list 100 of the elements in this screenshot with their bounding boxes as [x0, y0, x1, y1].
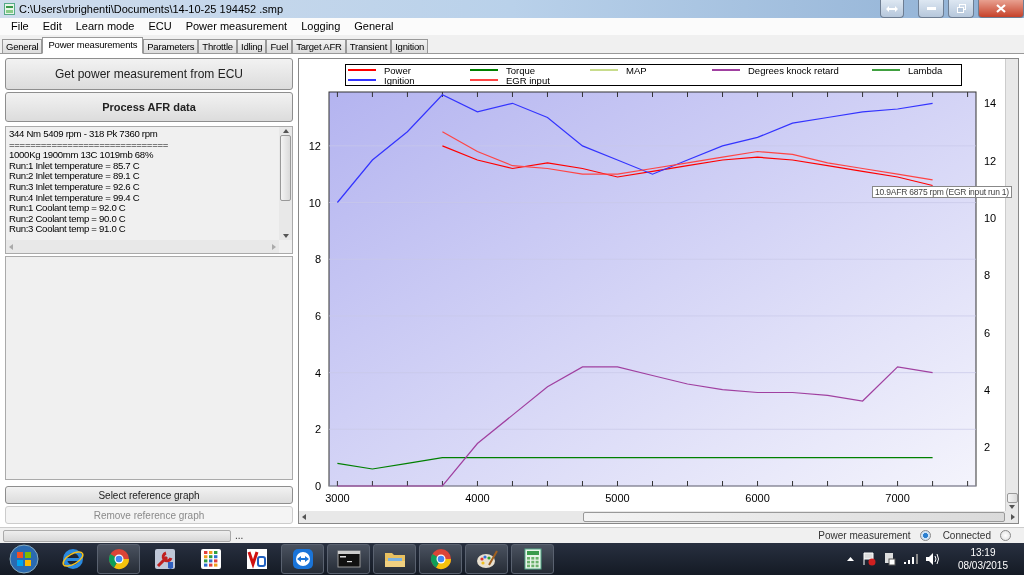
axis-tick-label: 8	[984, 269, 991, 282]
app-icon	[4, 3, 15, 15]
taskbar-button[interactable]	[465, 544, 508, 574]
app-grid-icon[interactable]	[198, 547, 223, 571]
scrollbar[interactable]	[299, 511, 1018, 523]
axis-tick-label: 6000	[745, 492, 770, 504]
tab[interactable]: Throttle	[198, 39, 237, 53]
status-text: ...	[235, 530, 244, 541]
resize-button[interactable]	[880, 0, 904, 18]
wrench-icon[interactable]	[152, 547, 177, 571]
clock-time: 13:19	[970, 546, 996, 559]
network-icon	[883, 552, 896, 566]
menu-item[interactable]: General	[347, 19, 401, 34]
signal-icon	[903, 554, 918, 564]
axis-tick-label: 2	[984, 441, 991, 454]
log-line: Run:1 Coolant temp = 92.0 C	[9, 203, 127, 214]
tab[interactable]: Target AFR	[292, 39, 346, 53]
tab[interactable]: Fuel	[266, 39, 293, 53]
tab[interactable]: Ignition	[391, 39, 429, 53]
right-arrow-icon	[272, 243, 276, 250]
axis-tick-label: 8	[314, 253, 321, 266]
legend-label: Lambda	[908, 64, 943, 76]
tab[interactable]: Power measurements	[42, 37, 144, 54]
tab[interactable]: Transient	[345, 39, 392, 53]
remote-desktop-icon[interactable]	[244, 547, 269, 571]
axis-tick-label: 7000	[885, 492, 910, 504]
browser-icon[interactable]	[428, 547, 453, 571]
radio-button[interactable]	[919, 530, 931, 541]
taskbar-button[interactable]	[97, 544, 140, 574]
flag-icon	[861, 552, 876, 566]
reference-graph-button[interactable]: Select reference graph	[5, 486, 293, 504]
close-button[interactable]	[978, 0, 1024, 18]
menu-item[interactable]: ECU	[141, 19, 179, 34]
clock-date: 08/03/2015	[957, 559, 1008, 572]
scroll-thumb[interactable]	[280, 135, 291, 201]
scrollbar[interactable]	[6, 240, 279, 253]
minimize-icon	[926, 7, 936, 10]
taskbar-button[interactable]	[281, 544, 324, 574]
legend-label: Power	[384, 64, 411, 76]
left-arrow-icon	[9, 243, 13, 250]
double-arrow-icon	[886, 5, 898, 12]
log-line: 344 Nm 5409 rpm - 318 Pk 7360 rpm	[9, 129, 159, 140]
axis-tick-label: 4	[984, 384, 991, 396]
axis-tick-label: 6	[984, 326, 991, 339]
down-arrow-icon	[1009, 505, 1015, 509]
restore-button[interactable]	[948, 0, 974, 18]
scroll-thumb[interactable]	[582, 512, 1005, 522]
axis-tick-label: 12	[308, 139, 321, 152]
axis-tick-label: 0	[314, 480, 321, 492]
menu-item[interactable]: Learn mode	[68, 19, 142, 34]
menu-item[interactable]: Logging	[294, 19, 348, 34]
legend-label: Torque	[506, 64, 536, 76]
menu-item[interactable]: Power measurement	[178, 19, 295, 34]
window-title: C:\Users\rbrighenti\Documents\14-10-25 194452 .smp	[19, 3, 285, 15]
log-line: Run:3 Inlet temperature = 92.6 C	[9, 181, 141, 193]
taskbar-button[interactable]	[511, 544, 554, 574]
tab[interactable]: Parameters	[143, 39, 199, 53]
axis-tick-label: 4	[314, 366, 321, 379]
chart-tooltip: 10.9AFR 6875 rpm (EGR input run 1)	[872, 186, 1012, 198]
axis-tick-label: 10	[984, 212, 997, 225]
axis-tick-label: 2	[314, 423, 321, 436]
console-icon[interactable]	[336, 547, 361, 571]
tab[interactable]: Idling	[236, 39, 267, 53]
axis-tick-label: 3000	[325, 492, 350, 504]
browser-icon[interactable]	[106, 547, 131, 571]
log-line: ==============================	[9, 139, 170, 151]
speaker-icon	[925, 553, 940, 565]
tab[interactable]: General	[2, 39, 43, 53]
log-line: Run:4 Inlet temperature = 99.4 C	[9, 192, 141, 204]
remote-control-icon[interactable]	[290, 547, 315, 571]
log-line: Run:2 Coolant temp = 90.0 C	[9, 213, 127, 225]
axis-tick-label: 14	[984, 97, 997, 110]
legend-label: Degrees knock retard	[748, 64, 839, 76]
start-button[interactable]	[8, 544, 40, 574]
browser-icon[interactable]	[60, 547, 85, 571]
log-line: Run:3 Coolant temp = 91.0 C	[9, 224, 127, 235]
taskbar-button[interactable]	[373, 544, 416, 574]
axis-tick-label: 10	[308, 196, 321, 209]
axis-tick-label: 12	[984, 154, 997, 167]
minimize-button[interactable]	[918, 0, 944, 18]
taskbar-button[interactable]	[419, 544, 462, 574]
close-icon	[996, 4, 1006, 13]
legend-label: EGR input	[506, 74, 550, 86]
action-button[interactable]: Process AFR data	[5, 92, 293, 122]
axis-tick-label: 5000	[605, 492, 630, 504]
axis-tick-label: 6	[314, 309, 321, 322]
menu-item[interactable]: Edit	[35, 19, 69, 34]
taskbar-button[interactable]	[327, 544, 370, 574]
status-label: Power measurement	[818, 530, 911, 541]
right-arrow-icon	[1011, 514, 1015, 520]
scroll-thumb[interactable]	[1006, 493, 1018, 503]
scrollbar[interactable]	[279, 127, 292, 240]
legend-label: Ignition	[384, 74, 415, 86]
log-line: 1000Kg 1900mm 13C 1019mb 68%	[9, 150, 155, 161]
log-line: Run:1 Inlet temperature = 85.7 C	[9, 160, 141, 172]
menu-item[interactable]: File	[4, 19, 36, 34]
up-arrow-icon	[282, 129, 289, 133]
caret-up-icon	[846, 557, 854, 561]
action-button[interactable]: Get power measurement from ECU	[5, 58, 293, 90]
radio-button[interactable]	[1000, 530, 1011, 541]
